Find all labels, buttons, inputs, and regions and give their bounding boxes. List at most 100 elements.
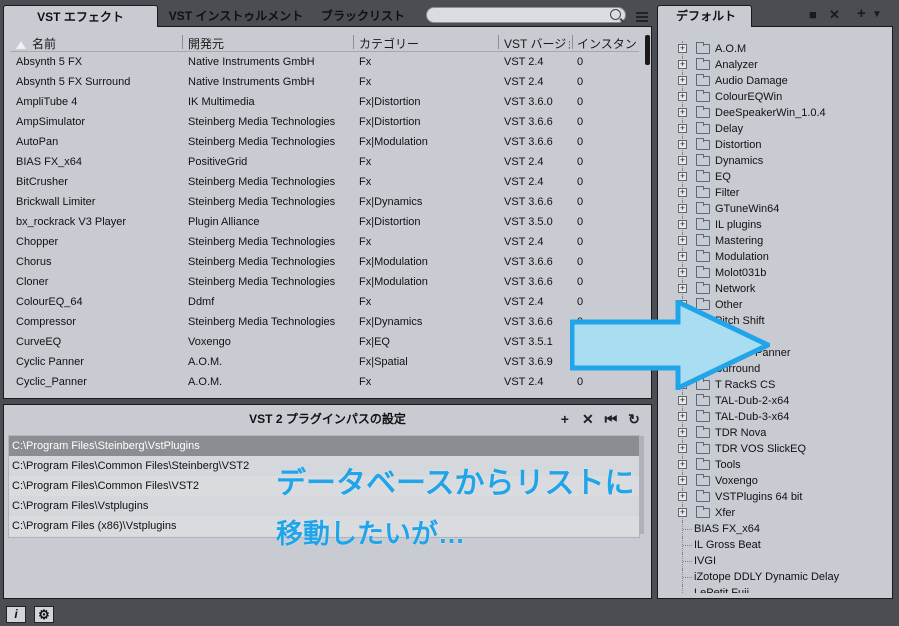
- remove-path-icon[interactable]: ✕: [581, 411, 595, 427]
- table-row[interactable]: Brickwall Limiter Steinberg Media Technol…: [10, 193, 639, 213]
- expand-icon[interactable]: +: [678, 108, 687, 117]
- expand-icon[interactable]: +: [678, 188, 687, 197]
- tree-folder[interactable]: + Filter: [672, 185, 887, 201]
- table-row[interactable]: bx_rockrack V3 Player Plugin Alliance Fx|D…: [10, 213, 639, 233]
- tree-folder[interactable]: + Mastering: [672, 233, 887, 249]
- tree-folder[interactable]: + TAL-Dub-2-x64: [672, 393, 887, 409]
- chevron-down-icon[interactable]: ▼: [872, 9, 882, 20]
- table-row[interactable]: Absynth 5 FX Surround Native Instruments …: [10, 73, 639, 93]
- tree-folder[interactable]: + TDR VOS SlickEQ: [672, 441, 887, 457]
- tab-blacklist[interactable]: ブラックリスト: [318, 5, 408, 27]
- settings-button[interactable]: ⚙: [34, 606, 54, 623]
- path-list-item[interactable]: C:\Program Files\Steinberg\VstPlugins: [9, 436, 639, 456]
- tree-plugin[interactable]: BIAS FX_x64: [672, 521, 887, 537]
- folder-icon: [696, 490, 710, 502]
- column-header-name[interactable]: 名前: [16, 35, 176, 52]
- tree-plugin[interactable]: LePetit Fuji: [672, 585, 887, 593]
- tree-folder[interactable]: + EQ: [672, 169, 887, 185]
- column-header-vendor[interactable]: 開発元: [188, 35, 348, 52]
- table-cell: Absynth 5 FX: [16, 56, 83, 68]
- expand-icon[interactable]: +: [678, 428, 687, 437]
- table-row[interactable]: Absynth 5 FX Native Instruments GmbH Fx VST…: [10, 53, 639, 73]
- table-row[interactable]: Cyclic_Panner A.O.M. Fx VST 2.4 0: [10, 373, 639, 393]
- path-scrollbar[interactable]: [640, 436, 644, 534]
- expand-icon[interactable]: +: [678, 172, 687, 181]
- expand-icon[interactable]: +: [678, 204, 687, 213]
- expand-icon[interactable]: +: [678, 60, 687, 69]
- tree-folder[interactable]: + Network: [672, 281, 887, 297]
- tree-folder[interactable]: + GTuneWin64: [672, 201, 887, 217]
- rescan-icon[interactable]: ↻: [627, 411, 641, 427]
- reset-path-icon[interactable]: ⏮: [604, 411, 618, 427]
- expand-icon[interactable]: +: [678, 284, 687, 293]
- tree-folder[interactable]: + Xfer: [672, 505, 887, 521]
- table-row[interactable]: Cloner Steinberg Media Technologies Fx|Mod…: [10, 273, 639, 293]
- tree-folder[interactable]: + IL plugins: [672, 217, 887, 233]
- tree-folder[interactable]: + Tools: [672, 457, 887, 473]
- expand-icon[interactable]: +: [678, 156, 687, 165]
- table-cell: AmpSimulator: [16, 116, 86, 128]
- expand-icon[interactable]: +: [678, 44, 687, 53]
- tab-vst-instruments[interactable]: VST インストゥルメント: [161, 5, 311, 27]
- expand-icon[interactable]: +: [678, 140, 687, 149]
- table-row[interactable]: CurveEQVoxengoFx|EQVST 3.5.10: [10, 333, 639, 353]
- close-icon[interactable]: ✕: [829, 7, 840, 23]
- tree-folder[interactable]: + Audio Damage: [672, 73, 887, 89]
- table-row[interactable]: Compressor Steinberg Media Technologies Fx…: [10, 313, 639, 333]
- info-button[interactable]: i: [6, 606, 26, 623]
- tab-default[interactable]: デフォルト: [657, 5, 752, 27]
- tree-plugin[interactable]: iZotope DDLY Dynamic Delay: [672, 569, 887, 585]
- add-icon[interactable]: +: [857, 5, 866, 22]
- table-cell: Fx|Dynamics: [359, 316, 423, 328]
- tree-plugin[interactable]: IVGI: [672, 553, 887, 569]
- table-row[interactable]: BitCrusher Steinberg Media Technologies Fx…: [10, 173, 639, 193]
- column-header-vst-version[interactable]: VST バージョン: [504, 35, 570, 52]
- tree-folder[interactable]: + Molot031b: [672, 265, 887, 281]
- expand-icon[interactable]: +: [678, 92, 687, 101]
- tree-folder[interactable]: + Modulation: [672, 249, 887, 265]
- table-row[interactable]: Cyclic PannerA.O.M.Fx|SpatialVST 3.6.90: [10, 353, 639, 373]
- expand-icon[interactable]: +: [678, 508, 687, 517]
- expand-icon[interactable]: +: [678, 220, 687, 229]
- tree-folder[interactable]: + TAL-Dub-3-x64: [672, 409, 887, 425]
- folder-icon[interactable]: ■: [809, 7, 817, 22]
- table-row[interactable]: Chopper Steinberg Media Technologies Fx VST…: [10, 233, 639, 253]
- tree-folder[interactable]: + Analyzer: [672, 57, 887, 73]
- expand-icon[interactable]: +: [678, 236, 687, 245]
- tree-folder[interactable]: + Dynamics: [672, 153, 887, 169]
- tree-folder[interactable]: + Voxengo: [672, 473, 887, 489]
- tree-folder[interactable]: + A.O.M: [672, 41, 887, 57]
- search-input[interactable]: [426, 7, 626, 23]
- tree-folder[interactable]: + TDR Nova: [672, 425, 887, 441]
- expand-icon[interactable]: +: [678, 444, 687, 453]
- tab-vst-effects[interactable]: VST エフェクト: [3, 5, 158, 27]
- tree-plugin[interactable]: IL Gross Beat: [672, 537, 887, 553]
- table-row[interactable]: BIAS FX_x64 PositiveGrid Fx VST 2.4 0: [10, 153, 639, 173]
- expand-icon[interactable]: +: [678, 476, 687, 485]
- tree-folder[interactable]: + VSTPlugins 64 bit: [672, 489, 887, 505]
- table-row[interactable]: AmpSimulator Steinberg Media Technologies…: [10, 113, 639, 133]
- table-row[interactable]: Chorus Steinberg Media Technologies Fx|Mod…: [10, 253, 639, 273]
- expand-icon[interactable]: +: [678, 396, 687, 405]
- column-header-instances[interactable]: インスタンス: [577, 35, 637, 52]
- table-scrollbar[interactable]: [645, 35, 650, 65]
- menu-icon[interactable]: [636, 10, 648, 24]
- table-row[interactable]: ColourEQ_64 Ddmf Fx VST 2.4 0: [10, 293, 639, 313]
- table-cell: VST 2.4: [504, 296, 544, 308]
- table-row[interactable]: AmpliTube 4 IK Multimedia Fx|Distortion VST…: [10, 93, 639, 113]
- expand-icon[interactable]: +: [678, 124, 687, 133]
- tree-folder[interactable]: + ColourEQWin: [672, 89, 887, 105]
- expand-icon[interactable]: +: [678, 412, 687, 421]
- add-path-icon[interactable]: +: [558, 411, 572, 427]
- tree-folder[interactable]: + Distortion: [672, 137, 887, 153]
- tree-folder-label: Molot031b: [715, 267, 767, 279]
- expand-icon[interactable]: +: [678, 492, 687, 501]
- table-row[interactable]: AutoPan Steinberg Media Technologies Fx|Mo…: [10, 133, 639, 153]
- expand-icon[interactable]: +: [678, 460, 687, 469]
- expand-icon[interactable]: +: [678, 76, 687, 85]
- expand-icon[interactable]: +: [678, 268, 687, 277]
- column-header-category[interactable]: カテゴリー: [359, 35, 494, 52]
- expand-icon[interactable]: +: [678, 252, 687, 261]
- tree-folder[interactable]: + Delay: [672, 121, 887, 137]
- tree-folder[interactable]: + DeeSpeakerWin_1.0.4: [672, 105, 887, 121]
